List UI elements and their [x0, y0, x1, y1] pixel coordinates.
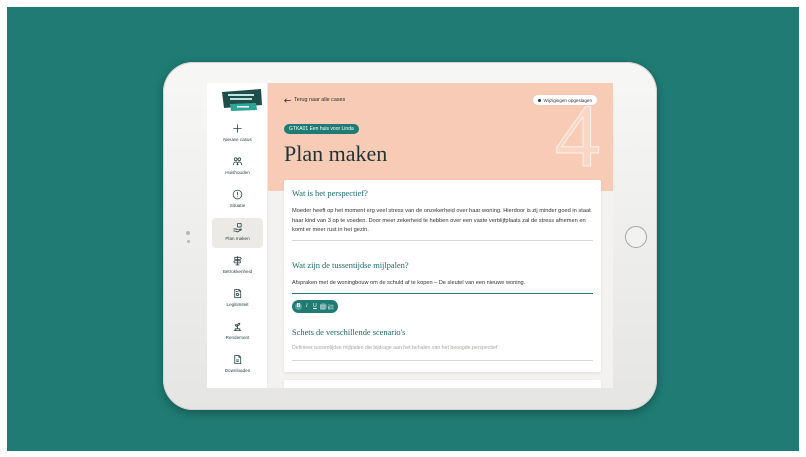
sidebar-item-plan-maken[interactable]: Plan maken: [212, 218, 263, 248]
main-content: Terug naar alle cases Wijzigingen opgesl…: [268, 83, 613, 388]
plan-form-card: Wat is het perspectief? Moeder heeft op …: [284, 180, 601, 372]
step-number: 4: [555, 87, 601, 186]
sidebar-item-label: Nieuwe casus: [223, 137, 252, 142]
info-icon: [232, 189, 243, 200]
back-link[interactable]: Terug naar alle cases: [284, 97, 345, 103]
sidebar-item-label: Legitimiteit: [226, 302, 249, 307]
sidebar-item-label: Betrokkenheid: [222, 269, 253, 274]
section-heading-perspectief: Wat is het perspectief?: [292, 189, 368, 198]
sidebar-item-label: Situatie: [229, 203, 246, 208]
sidebar-item-situatie[interactable]: Situatie: [212, 185, 263, 215]
section-heading-mijlpalen: Wat zijn de tussentijdse mijlpalen?: [292, 261, 409, 270]
scenarios-field[interactable]: Definieer tussentijdse mijlpalen die bij…: [292, 344, 593, 361]
sidebar: Nieuwe casus Huishouden Situatie Plan ma…: [207, 83, 268, 388]
underline-button[interactable]: U: [311, 303, 318, 310]
numbered-list-button[interactable]: [328, 303, 335, 310]
plant-growth-icon: [232, 321, 243, 332]
sidebar-item-label: Huishouden: [225, 170, 250, 175]
numbered-list-icon: [328, 303, 334, 310]
sidebar-item-label: Rendement: [225, 335, 250, 340]
back-link-label: Terug naar alle cases: [294, 97, 346, 103]
signpost-icon: [232, 255, 243, 266]
camera-dot: [186, 231, 190, 235]
page-header: Terug naar alle cases Wijzigingen opgesl…: [268, 83, 613, 191]
file-download-icon: [232, 354, 243, 365]
case-badge: GTKA01 Een huis voor Linda: [284, 124, 359, 134]
sidebar-item-legitimiteit[interactable]: Legitimiteit: [212, 284, 263, 314]
app-logo[interactable]: [221, 88, 263, 112]
plan-hand-icon: [232, 222, 243, 233]
bullet-list-button[interactable]: [319, 303, 327, 310]
sidebar-item-downloaden[interactable]: Downloaden: [212, 350, 263, 380]
text-format-toolbar: B I U: [292, 300, 338, 313]
next-form-card: [284, 380, 601, 388]
arrow-left-icon: [284, 97, 291, 103]
italic-button[interactable]: I: [303, 303, 310, 310]
plus-icon: [232, 123, 243, 134]
sidebar-item-huishouden[interactable]: Huishouden: [212, 152, 263, 182]
sidebar-item-rendement[interactable]: Rendement: [212, 317, 263, 347]
home-button: [625, 226, 647, 248]
sidebar-item-label: Plan maken: [225, 236, 250, 241]
bullet-list-icon: [320, 303, 326, 310]
status-dot-icon: [538, 98, 541, 102]
sidebar-item-betrokkenheid[interactable]: Betrokkenheid: [212, 251, 263, 281]
sensor-dot: [187, 240, 190, 243]
perspectief-field[interactable]: Moeder heeft op het moment erg veel stre…: [292, 207, 593, 241]
document-seal-icon: [232, 288, 243, 299]
sidebar-nav: Nieuwe casus Huishouden Situatie Plan ma…: [212, 119, 263, 383]
sidebar-item-label: Downloaden: [224, 368, 251, 373]
tablet-screen: Nieuwe casus Huishouden Situatie Plan ma…: [207, 83, 613, 388]
mijlpalen-field[interactable]: Afspraken met de woningbouw om de schuld…: [292, 279, 593, 294]
bold-button[interactable]: B: [295, 303, 302, 310]
page-title: Plan maken: [284, 141, 388, 166]
sidebar-item-nieuwe-casus[interactable]: Nieuwe casus: [212, 119, 263, 149]
people-icon: [232, 156, 243, 167]
section-heading-scenarios: Schets de verschillende scenario's: [292, 328, 406, 337]
